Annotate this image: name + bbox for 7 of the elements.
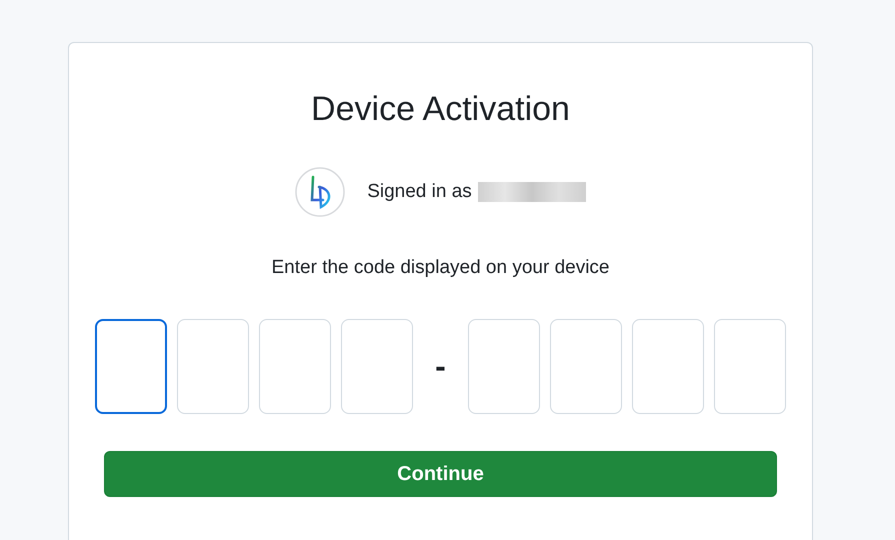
code-separator: - bbox=[434, 348, 447, 385]
avatar-icon bbox=[295, 167, 346, 217]
signed-in-label: Signed in as bbox=[367, 181, 472, 203]
code-input[interactable] bbox=[95, 319, 168, 414]
instruction-text: Enter the code displayed on your device bbox=[272, 257, 610, 279]
continue-button[interactable]: Continue bbox=[104, 451, 777, 497]
page-title: Device Activation bbox=[311, 89, 570, 130]
